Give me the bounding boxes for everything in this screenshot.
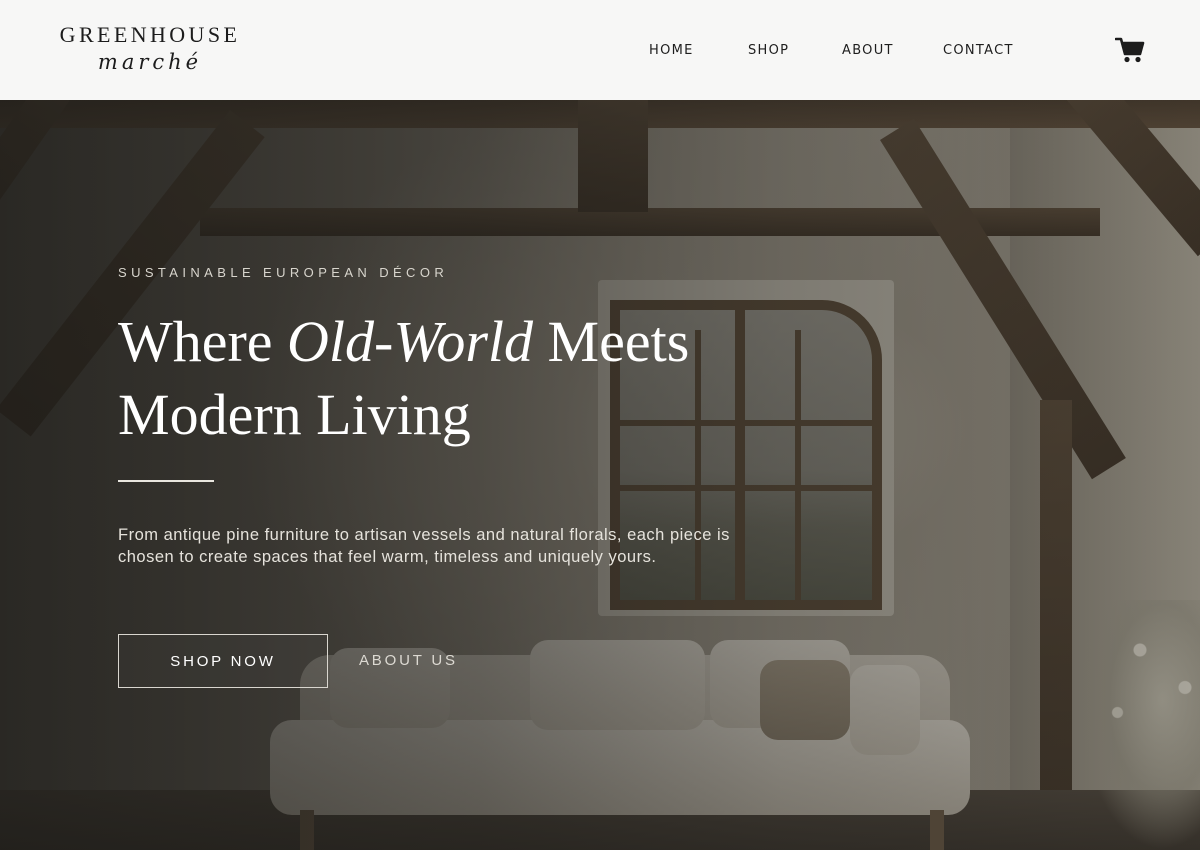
nav-item-about[interactable]: ABOUT bbox=[842, 43, 894, 59]
shopping-cart-icon[interactable] bbox=[1114, 36, 1145, 64]
hero-eyebrow: SUSTAINABLE EUROPEAN DÉCOR bbox=[118, 265, 449, 280]
shop-now-button[interactable]: SHOP NOW bbox=[118, 634, 328, 688]
hero-description: From antique pine furniture to artisan v… bbox=[118, 526, 730, 566]
nav-item-home[interactable]: HOME bbox=[649, 43, 694, 59]
site-header: GREENHOUSE marché HOME SHOP ABOUT CONTAC… bbox=[0, 0, 1200, 100]
logo-subtitle: marché bbox=[97, 50, 203, 74]
nav-item-shop[interactable]: SHOP bbox=[748, 43, 789, 59]
brand-logo[interactable]: GREENHOUSE marché bbox=[48, 22, 252, 75]
hero-headline: Where Old-World Meets Modern Living bbox=[118, 305, 838, 451]
logo-wordmark: GREENHOUSE bbox=[59, 22, 241, 47]
nav-item-contact[interactable]: CONTACT bbox=[943, 43, 1014, 59]
hero-divider bbox=[118, 480, 214, 482]
hero-content: SUSTAINABLE EUROPEAN DÉCOR Where Old-Wor… bbox=[118, 100, 878, 850]
headline-italic: Old-World bbox=[287, 309, 534, 374]
headline-part1: Where bbox=[118, 309, 288, 374]
about-us-link[interactable]: ABOUT US bbox=[359, 652, 458, 670]
